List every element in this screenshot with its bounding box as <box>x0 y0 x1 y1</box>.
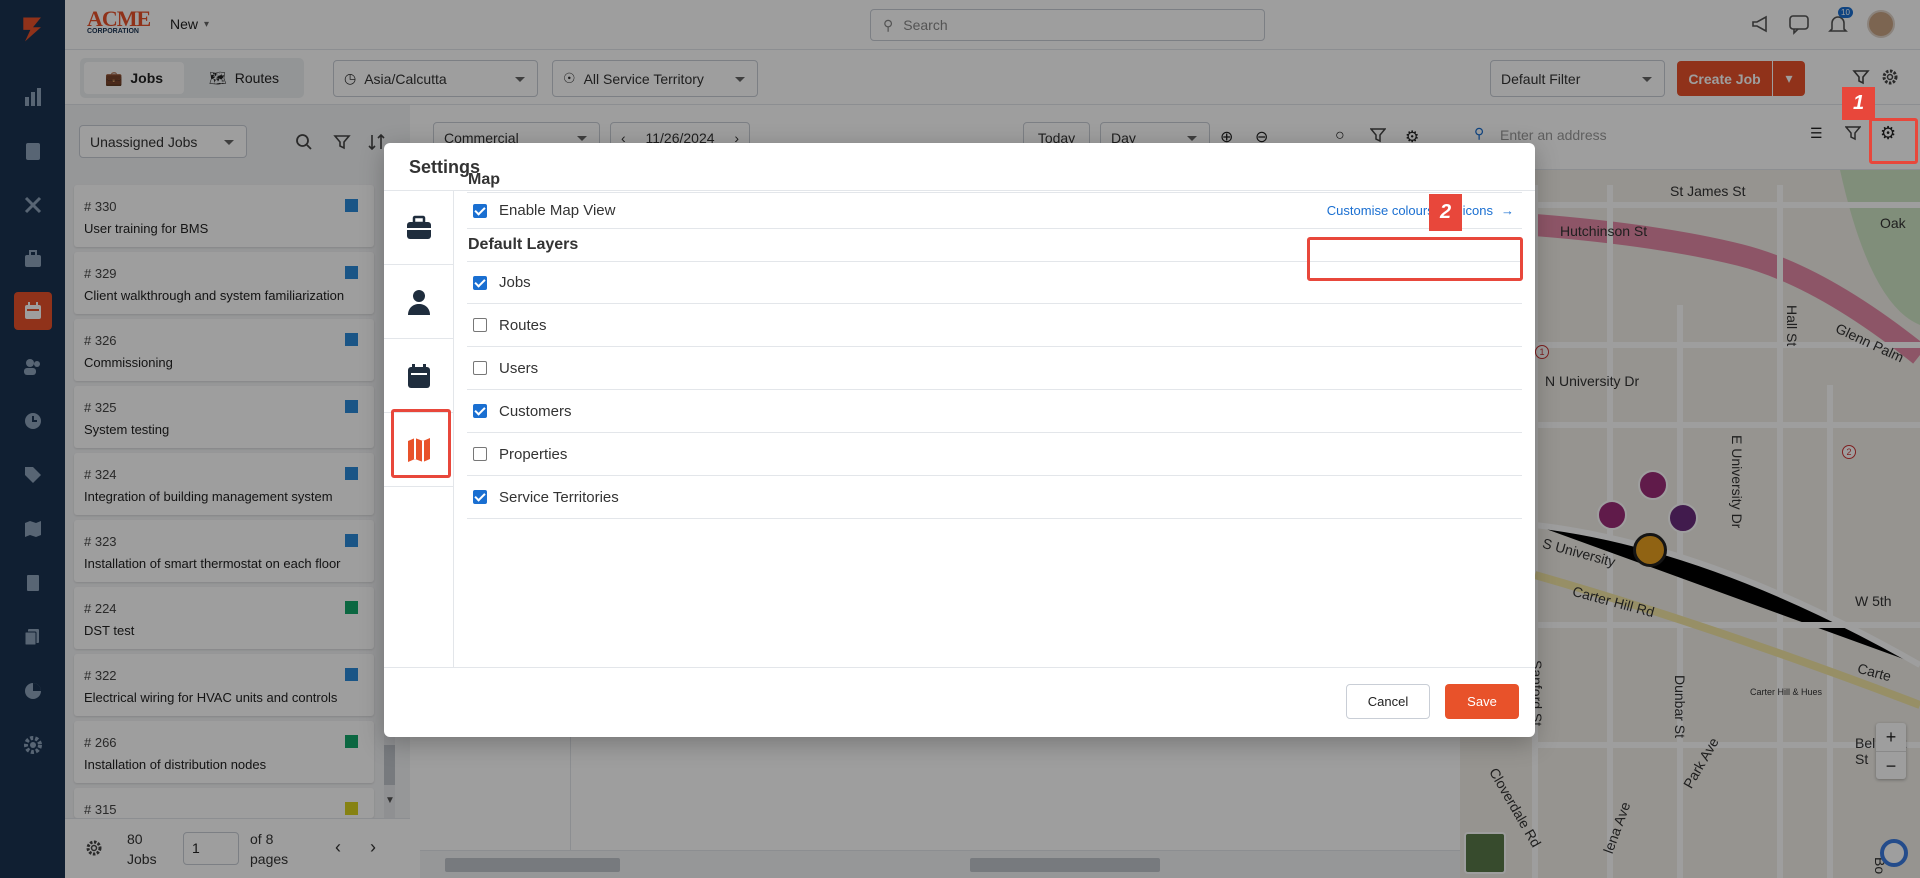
annotation-marker-2: 2 <box>1429 194 1462 231</box>
layer-row: Users <box>467 347 1522 390</box>
user-icon <box>408 289 430 315</box>
layer-row: Routes <box>467 304 1522 347</box>
modal-header: Settings <box>384 143 1535 191</box>
layer-checkbox[interactable] <box>473 275 487 290</box>
layer-row: Customers <box>467 390 1522 433</box>
enable-map-view-checkbox[interactable] <box>473 203 487 218</box>
layer-checkbox[interactable] <box>473 404 487 418</box>
section-map-heading: Map <box>468 171 500 188</box>
annotation-highlight-map-tab <box>391 409 451 478</box>
arrow-right-icon: → <box>1501 203 1514 218</box>
briefcase-icon <box>407 215 431 239</box>
customise-link[interactable]: Customise colours and icons → <box>1327 203 1514 218</box>
save-button[interactable]: Save <box>1445 684 1519 719</box>
tab-calendar-settings[interactable] <box>384 339 454 413</box>
tab-jobs-settings[interactable] <box>384 191 454 265</box>
calendar-icon <box>408 363 430 388</box>
layer-checkbox[interactable] <box>473 318 487 332</box>
layer-checkbox[interactable] <box>473 490 487 504</box>
annotation-highlight-gear <box>1869 118 1918 164</box>
layer-checkbox[interactable] <box>473 447 487 461</box>
layer-checkbox[interactable] <box>473 361 487 375</box>
tab-user-settings[interactable] <box>384 265 454 339</box>
annotation-highlight-customise <box>1307 237 1523 281</box>
cancel-button[interactable]: Cancel <box>1346 684 1430 719</box>
enable-map-view-row: Enable Map View Customise colours and ic… <box>467 192 1522 229</box>
settings-modal: Settings Map Enable Map View Customise c… <box>384 143 1535 737</box>
annotation-marker-1: 1 <box>1842 87 1875 120</box>
section-layers-heading: Default Layers <box>468 236 579 253</box>
layer-row: Service Territories <box>467 476 1522 519</box>
layer-row: Properties <box>467 433 1522 476</box>
modal-footer: Cancel Save <box>384 667 1535 737</box>
